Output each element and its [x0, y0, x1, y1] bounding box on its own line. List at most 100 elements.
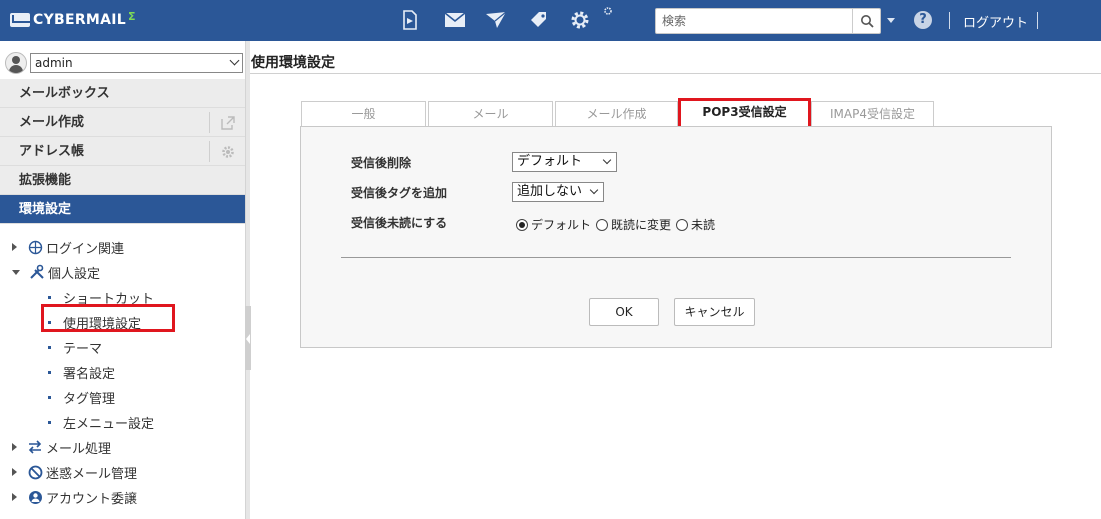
- document-share-icon[interactable]: [397, 7, 423, 33]
- logo-text: CYBERMAIL: [33, 12, 127, 28]
- tree-account-delegation[interactable]: アカウント委譲: [12, 487, 137, 507]
- divider: [250, 73, 1101, 74]
- tree-child-signature[interactable]: 署名設定: [48, 362, 115, 382]
- bullet: [48, 370, 51, 374]
- chevron-down-icon: [602, 155, 612, 165]
- search-button[interactable]: [852, 9, 880, 33]
- help-icon[interactable]: ?: [914, 11, 932, 29]
- search-icon: [860, 15, 874, 28]
- nav-compose[interactable]: メール作成: [0, 108, 245, 137]
- delete-after-select[interactable]: デフォルト: [512, 152, 617, 172]
- nav-label: 拡張機能: [19, 173, 72, 188]
- collapse-handle[interactable]: [245, 306, 251, 370]
- main-nav: メールボックス メール作成 アドレス帳 拡張機能 環境設定: [0, 79, 245, 224]
- chevron-down-icon: [589, 185, 599, 195]
- select-value: デフォルト: [517, 154, 583, 169]
- logout-link[interactable]: ログアウト: [963, 12, 1028, 31]
- left-panel: admin メールボックス メール作成 アドレス帳 拡張機能 環境設定 ログイン…: [0, 41, 245, 519]
- tree-label: 迷惑メール管理: [46, 466, 138, 482]
- user-circle-icon: [27, 489, 43, 505]
- bullet: [48, 420, 51, 424]
- radio-label: デフォルト: [531, 218, 592, 232]
- external-window-icon[interactable]: [209, 112, 245, 133]
- panel-splitter[interactable]: [245, 41, 251, 519]
- tree-label: アカウント委譲: [46, 491, 138, 507]
- divider: [1037, 12, 1038, 29]
- add-tag-select[interactable]: 追加しない: [512, 182, 604, 202]
- caret-right-icon[interactable]: [12, 443, 17, 451]
- nav-mailbox[interactable]: メールボックス: [0, 79, 245, 108]
- radio-mark-read[interactable]: [596, 218, 609, 231]
- search-options-caret[interactable]: [887, 18, 895, 23]
- block-icon: [27, 464, 43, 480]
- bullet: [48, 395, 51, 399]
- radio-label: 未読: [691, 218, 716, 232]
- top-bar: CYBERMAIL Σ ? ログアウト: [0, 0, 1101, 41]
- radio-label: 既読に変更: [611, 218, 672, 232]
- search-box: [655, 8, 881, 34]
- cancel-button[interactable]: キャンセル: [674, 298, 755, 326]
- user-select[interactable]: admin: [30, 53, 243, 73]
- select-value: 追加しない: [517, 184, 583, 199]
- tree-label: 署名設定: [63, 366, 116, 382]
- tab-mail[interactable]: メール: [428, 101, 553, 127]
- tree-label: メール処理: [46, 441, 112, 457]
- nav-address-book[interactable]: アドレス帳: [0, 137, 245, 166]
- tree-label: 左メニュー設定: [63, 416, 155, 432]
- tab-pop3[interactable]: POP3受信設定: [678, 98, 811, 129]
- delete-after-label: 受信後削除: [351, 156, 412, 170]
- tools-icon: [29, 264, 45, 280]
- caret-right-icon[interactable]: [12, 243, 17, 251]
- tree-mail-processing[interactable]: メール処理: [12, 437, 111, 457]
- login-globe-icon: [27, 239, 43, 255]
- tab-general[interactable]: 一般: [301, 101, 426, 127]
- divider: [341, 257, 1011, 258]
- bullet: [48, 345, 51, 349]
- settings-icon[interactable]: [209, 141, 245, 162]
- chevron-down-icon: [229, 55, 240, 66]
- logo-mark: Σ: [128, 9, 136, 23]
- nav-label: メールボックス: [19, 86, 110, 101]
- caret-right-icon[interactable]: [12, 493, 17, 501]
- bullet: [48, 295, 51, 299]
- tree-label: タグ管理: [63, 391, 116, 407]
- add-tag-label: 受信後タグを追加: [351, 186, 448, 200]
- avatar: [5, 52, 27, 74]
- mail-icon[interactable]: [442, 7, 468, 33]
- app-logo[interactable]: CYBERMAIL Σ: [10, 10, 136, 30]
- nav-extensions[interactable]: 拡張機能: [0, 166, 245, 195]
- mark-unread-label: 受信後未読にする: [351, 216, 448, 230]
- tab-imap4[interactable]: IMAP4受信設定: [811, 101, 934, 127]
- tree-child-tag-manage[interactable]: タグ管理: [48, 387, 115, 407]
- nav-label: メール作成: [19, 115, 85, 130]
- tab-compose[interactable]: メール作成: [555, 101, 678, 127]
- search-input[interactable]: [656, 9, 852, 33]
- plane-icon[interactable]: [483, 7, 509, 33]
- small-gear-icon[interactable]: [600, 3, 616, 19]
- tree-child-theme[interactable]: テーマ: [48, 337, 102, 357]
- nav-settings[interactable]: 環境設定: [0, 195, 245, 224]
- tree-spam[interactable]: 迷惑メール管理: [12, 462, 137, 482]
- gear-icon[interactable]: [567, 7, 593, 33]
- radio-default[interactable]: [516, 218, 528, 231]
- highlight-box: [41, 304, 175, 332]
- mark-unread-radios: デフォルト 既読に変更 未読: [516, 216, 720, 233]
- user-row: admin: [0, 41, 245, 79]
- user-name: admin: [35, 56, 73, 70]
- tree-label: 個人設定: [48, 266, 101, 282]
- arrows-icon: [27, 439, 43, 455]
- page-title: 使用環境設定: [251, 55, 335, 71]
- radio-unread[interactable]: [676, 218, 689, 231]
- tree-label: ログイン関連: [46, 241, 125, 257]
- tree-personal[interactable]: 個人設定: [12, 262, 100, 282]
- caret-right-icon[interactable]: [12, 468, 17, 476]
- tree-child-left-menu[interactable]: 左メニュー設定: [48, 412, 154, 432]
- nav-label: アドレス帳: [19, 144, 85, 159]
- ok-button[interactable]: OK: [589, 298, 659, 326]
- envelope-logo-icon: [10, 13, 30, 27]
- caret-down-icon[interactable]: [12, 269, 20, 275]
- tree-login[interactable]: ログイン関連: [12, 237, 124, 257]
- tag-icon[interactable]: [526, 7, 552, 33]
- tree-label: テーマ: [63, 341, 103, 357]
- nav-label: 環境設定: [19, 202, 72, 217]
